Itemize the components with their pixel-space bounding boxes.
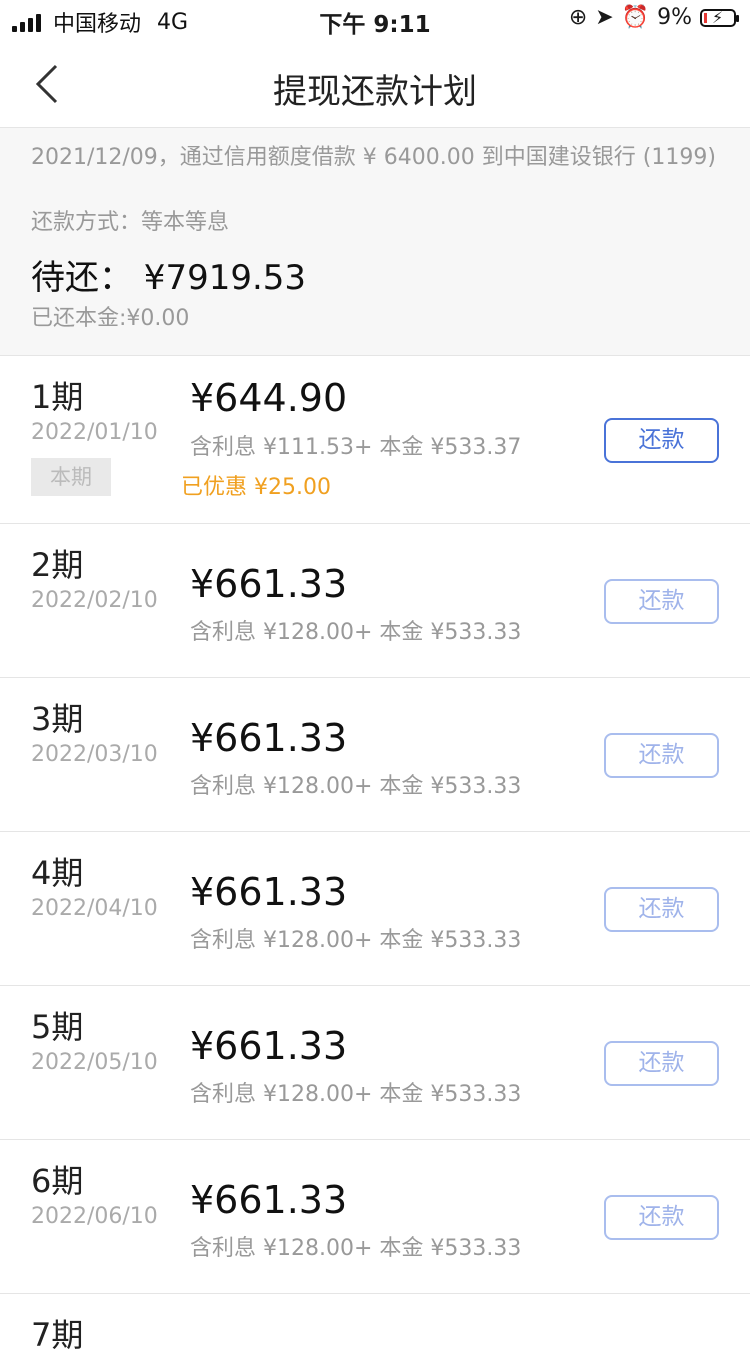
- installment-row: 7期: [0, 1294, 750, 1354]
- due-date: 2022/01/10: [31, 420, 158, 445]
- installment-amount: ¥644.90: [190, 376, 348, 420]
- repay-button[interactable]: 还款: [604, 1195, 719, 1240]
- battery-icon: ⚡: [700, 8, 739, 27]
- status-right: ⊕ ➤ ⏰ 9% ⚡: [568, 5, 739, 30]
- pending-amount: 待还： ¥7919.53: [31, 258, 307, 298]
- installment-row: 5期 2022/05/10 ¥661.33 含利息 ¥128.00+ 本金 ¥5…: [0, 986, 750, 1140]
- period-label: 2期: [31, 546, 84, 584]
- installment-row: 6期 2022/06/10 ¥661.33 含利息 ¥128.00+ 本金 ¥5…: [0, 1140, 750, 1294]
- installment-detail: 含利息 ¥128.00+ 本金 ¥533.33: [190, 928, 522, 953]
- repay-button[interactable]: 还款: [604, 418, 719, 463]
- installment-detail: 含利息 ¥111.53+ 本金 ¥533.37: [190, 435, 522, 460]
- repay-button[interactable]: 还款: [604, 887, 719, 932]
- repayment-method: 还款方式：等本等息: [31, 210, 230, 235]
- current-period-badge: 本期: [31, 458, 111, 496]
- period-label: 5期: [31, 1008, 84, 1046]
- period-label: 1期: [31, 378, 84, 416]
- installment-amount: ¥661.33: [190, 1178, 348, 1222]
- status-bar: 中国移动 4G 下午 9:11 ⊕ ➤ ⏰ 9% ⚡: [0, 0, 750, 40]
- period-label: 7期: [31, 1316, 84, 1354]
- period-label: 3期: [31, 700, 84, 738]
- installment-detail: 含利息 ¥128.00+ 本金 ¥533.33: [190, 1236, 522, 1261]
- installment-detail: 含利息 ¥128.00+ 本金 ¥533.33: [190, 774, 522, 799]
- period-label: 6期: [31, 1162, 84, 1200]
- installment-amount: ¥661.33: [190, 870, 348, 914]
- installment-detail: 含利息 ¥128.00+ 本金 ¥533.33: [190, 1082, 522, 1107]
- period-label: 4期: [31, 854, 84, 892]
- installment-amount: ¥661.33: [190, 716, 348, 760]
- paid-principal: 已还本金:¥0.00: [31, 306, 190, 331]
- repay-button[interactable]: 还款: [604, 1041, 719, 1086]
- installment-row: 4期 2022/04/10 ¥661.33 含利息 ¥128.00+ 本金 ¥5…: [0, 832, 750, 986]
- repay-button[interactable]: 还款: [604, 579, 719, 624]
- due-date: 2022/06/10: [31, 1204, 158, 1229]
- due-date: 2022/03/10: [31, 742, 158, 767]
- installment-amount: ¥661.33: [190, 1024, 348, 1068]
- loan-description: 2021/12/09，通过信用额度借款 ¥ 6400.00 到中国建设银行 (1…: [31, 145, 716, 170]
- installment-detail: 含利息 ¥128.00+ 本金 ¥533.33: [190, 620, 522, 645]
- installment-row: 3期 2022/03/10 ¥661.33 含利息 ¥128.00+ 本金 ¥5…: [0, 678, 750, 832]
- battery-percent: 9%: [657, 5, 692, 30]
- location-icon: ➤: [595, 5, 614, 30]
- loan-summary: 2021/12/09，通过信用额度借款 ¥ 6400.00 到中国建设银行 (1…: [0, 128, 750, 356]
- discount-label: 已优惠 ¥25.00: [181, 475, 331, 500]
- nav-bar: 提现还款计划: [0, 44, 750, 128]
- due-date: 2022/05/10: [31, 1050, 158, 1075]
- due-date: 2022/04/10: [31, 896, 158, 921]
- installment-amount: ¥661.33: [190, 562, 348, 606]
- alarm-icon: ⏰: [621, 5, 650, 30]
- due-date: 2022/02/10: [31, 588, 158, 613]
- repay-button[interactable]: 还款: [604, 733, 719, 778]
- installment-row: 1期 2022/01/10 本期 ¥644.90 含利息 ¥111.53+ 本金…: [0, 356, 750, 524]
- rotation-lock-icon: ⊕: [568, 5, 588, 30]
- page-title: 提现还款计划: [273, 72, 477, 112]
- installment-row: 2期 2022/02/10 ¥661.33 含利息 ¥128.00+ 本金 ¥5…: [0, 524, 750, 678]
